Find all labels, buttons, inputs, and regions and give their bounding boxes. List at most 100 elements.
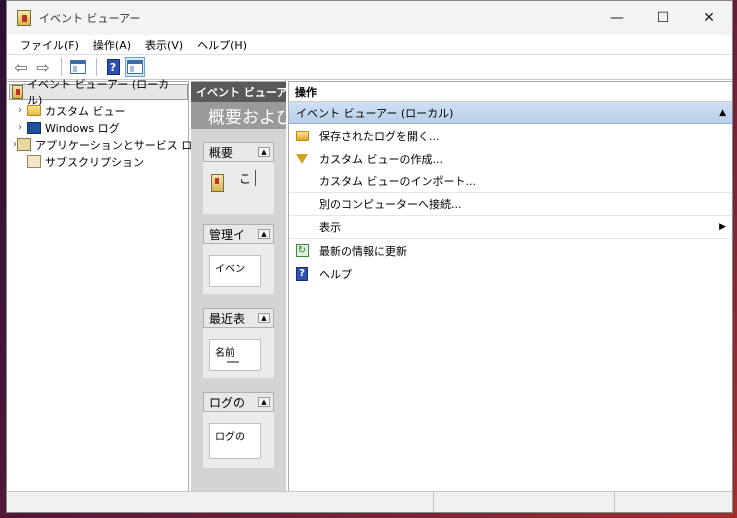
action-pane-icon — [127, 60, 143, 74]
menu-bar: ファイル(F) 操作(A) 表示(V) ヘルプ(H) — [7, 35, 732, 55]
section-admin-events: 管理イ ▲ イベン — [203, 224, 274, 294]
action-connect-computer[interactable]: 別のコンピューターへ接続... — [289, 193, 732, 216]
collapse-icon[interactable]: ▲ — [719, 108, 726, 118]
menu-view[interactable]: 表示(V) — [138, 37, 190, 53]
section-title: ログの — [209, 395, 246, 410]
help-icon: ? — [106, 59, 120, 75]
action-help[interactable]: ? ヘルプ — [289, 262, 732, 285]
chevron-right-icon[interactable]: › — [13, 122, 27, 133]
action-label: カスタム ビューのインポート... — [319, 175, 476, 188]
section-log-summary: ログの ▲ ログの — [203, 392, 274, 468]
forward-button[interactable]: ⇨ — [33, 57, 53, 77]
sort-indicator-icon — [227, 361, 239, 363]
help-button[interactable]: ? — [103, 57, 123, 77]
maximize-button[interactable]: ☐ — [640, 1, 686, 35]
section-header[interactable]: 最近表 ▲ — [203, 308, 274, 328]
tree-item-label: Windows ログ — [45, 121, 120, 135]
overview-banner: 概要および — [191, 102, 286, 129]
action-label: 最新の情報に更新 — [319, 244, 407, 258]
blank-icon — [295, 220, 309, 234]
window-title: イベント ビューアー — [39, 12, 141, 25]
action-open-saved-log[interactable]: 保存されたログを開く... — [289, 124, 732, 147]
collapse-icon[interactable]: ▲ — [258, 313, 270, 323]
section-text: こ — [239, 172, 252, 186]
section-title: 概要 — [209, 145, 234, 160]
open-folder-shape — [295, 130, 309, 141]
action-label: 別のコンピューターへ接続... — [319, 198, 462, 211]
show-hide-action-pane-button[interactable] — [125, 57, 145, 77]
status-cell — [434, 492, 615, 512]
section-text: ログの — [215, 432, 245, 443]
section-recent-views: 最近表 ▲ 名前 — [203, 308, 274, 378]
section-header[interactable]: 管理イ ▲ — [203, 224, 274, 244]
collapse-icon[interactable]: ▲ — [258, 229, 270, 239]
section-header[interactable]: 概要 ▲ — [203, 142, 274, 162]
action-refresh[interactable]: ↻ 最新の情報に更新 — [289, 239, 732, 262]
tree-item-windows-logs[interactable]: › Windows ログ — [7, 119, 188, 136]
section-text: 名前 — [215, 348, 235, 359]
menu-file[interactable]: ファイル(F) — [13, 37, 86, 53]
refresh-icon: ↻ — [295, 244, 309, 258]
actions-pane-title: 操作 — [289, 82, 732, 102]
event-viewer-window: イベント ビューアー — ☐ ✕ ファイル(F) 操作(A) 表示(V) ヘルプ… — [6, 0, 733, 513]
tree-item-label: カスタム ビュー — [45, 104, 126, 118]
event-viewer-icon — [12, 85, 23, 99]
chevron-right-icon[interactable]: › — [13, 105, 27, 116]
action-view[interactable]: 表示 ▶ — [289, 216, 732, 239]
application-logs-icon — [17, 138, 31, 151]
section-body: こ — [203, 162, 274, 212]
section-overview: 概要 ▲ こ — [203, 142, 274, 214]
section-table: イベン — [209, 255, 261, 287]
tree-item-app-service-logs[interactable]: › アプリケーションとサービス ログ — [7, 136, 203, 153]
center-pane: イベント ビューア... 概要および 概要 ▲ こ 管理イ ▲ イベン — [191, 81, 286, 491]
open-folder-icon — [295, 129, 309, 143]
action-label: 表示 — [319, 221, 341, 234]
back-button[interactable]: ⇦ — [11, 57, 31, 77]
tree-item-subscriptions[interactable]: サブスクリプション — [7, 153, 188, 170]
close-button[interactable]: ✕ — [686, 1, 732, 35]
console-tree-icon — [70, 60, 86, 74]
section-table: ログの — [209, 423, 261, 459]
folder-icon — [27, 105, 41, 116]
event-viewer-app-icon — [17, 10, 31, 26]
back-arrow-icon: ⇦ — [14, 57, 28, 77]
toolbar-separator — [61, 58, 62, 76]
filter-shape — [296, 153, 308, 164]
minimize-button[interactable]: — — [594, 1, 640, 35]
status-cell — [7, 492, 434, 512]
blank-icon — [295, 174, 309, 188]
action-label: ヘルプ — [319, 267, 352, 281]
status-bar — [7, 491, 732, 512]
toolbar-separator — [96, 58, 97, 76]
menu-help[interactable]: ヘルプ(H) — [190, 37, 254, 53]
section-title: 最近表 — [209, 311, 246, 326]
actions-pane: 操作 イベント ビューアー (ローカル) ▲ 保存されたログを開く... カスタ… — [288, 81, 732, 491]
action-create-custom-view[interactable]: カスタム ビューの作成... — [289, 147, 732, 170]
actions-group-event-viewer[interactable]: イベント ビューアー (ローカル) ▲ — [289, 102, 732, 124]
blank-icon — [295, 197, 309, 211]
action-import-custom-view[interactable]: カスタム ビューのインポート... — [289, 170, 732, 193]
show-hide-console-tree-button[interactable] — [68, 57, 88, 77]
tree-root-event-viewer[interactable]: イベント ビューアー (ローカル) — [9, 78, 188, 107]
collapse-icon[interactable]: ▲ — [258, 397, 270, 407]
subscriptions-icon — [27, 155, 41, 168]
action-label: カスタム ビューの作成... — [319, 152, 443, 166]
menu-action[interactable]: 操作(A) — [86, 37, 138, 53]
collapse-icon[interactable]: ▲ — [258, 147, 270, 157]
windows-logs-icon — [27, 121, 41, 134]
section-header[interactable]: ログの ▲ — [203, 392, 274, 412]
section-scrollbar[interactable] — [255, 170, 256, 186]
title-bar: イベント ビューアー — ☐ ✕ — [7, 1, 732, 35]
filter-icon — [295, 152, 309, 166]
event-viewer-icon — [211, 174, 224, 192]
forward-arrow-icon: ⇨ — [36, 57, 50, 77]
help-icon: ? — [295, 266, 309, 281]
center-pane-header: イベント ビューア... — [191, 82, 286, 102]
action-label: 保存されたログを開く... — [319, 129, 440, 143]
submenu-arrow-icon: ▶ — [719, 222, 726, 232]
section-text: イベン — [215, 264, 245, 275]
tree-item-label: アプリケーションとサービス ログ — [35, 138, 204, 152]
section-table: 名前 — [209, 339, 261, 371]
console-tree: イベント ビューアー (ローカル) › カスタム ビュー › Windows ロ… — [7, 78, 203, 491]
actions-group-label: イベント ビューアー (ローカル) — [296, 106, 454, 120]
